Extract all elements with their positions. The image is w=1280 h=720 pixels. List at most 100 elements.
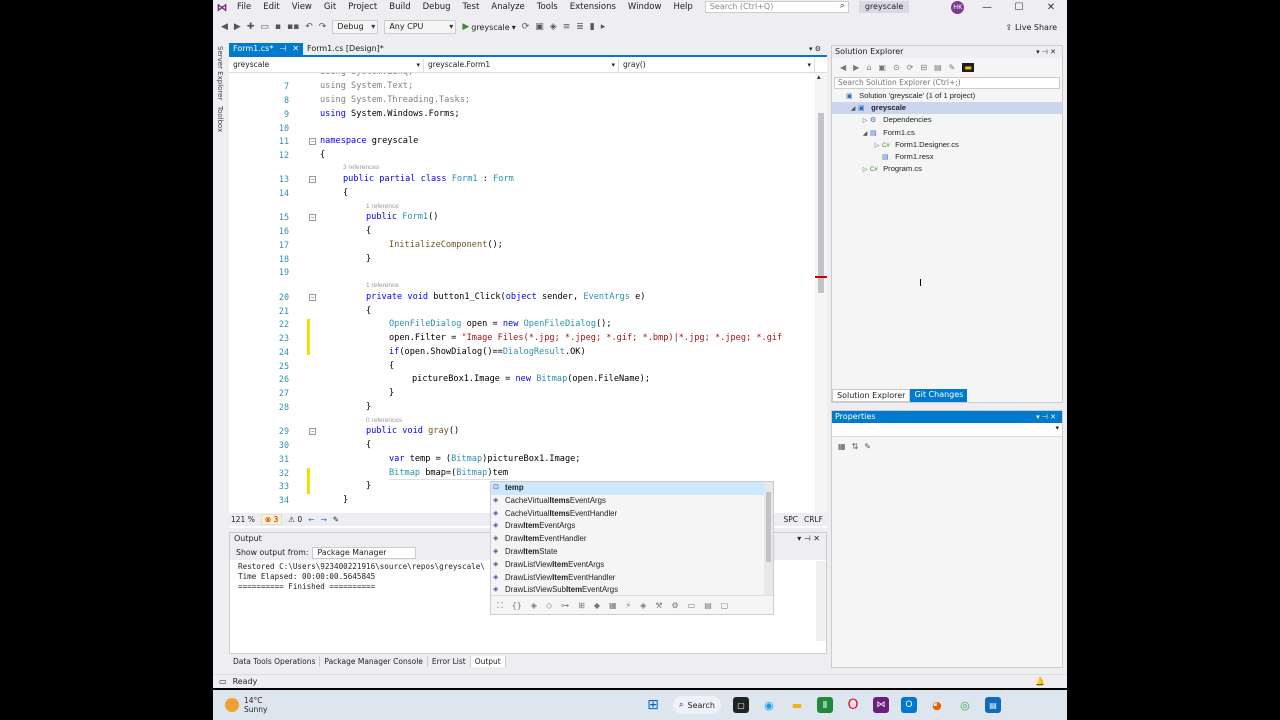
comment-icon[interactable]: ≡	[563, 22, 571, 32]
local-filter-icon[interactable]: ▭	[688, 601, 696, 610]
tab-form1-cs[interactable]: Form1.cs* ⊣ ✕	[229, 43, 304, 55]
avatar[interactable]: HK	[951, 0, 965, 14]
task-view-icon[interactable]: ▢	[732, 697, 749, 713]
class-filter-icon[interactable]: ◈	[531, 601, 537, 610]
home-icon[interactable]: ⌂	[866, 63, 871, 72]
output-source-dropdown[interactable]: Package Manager	[312, 546, 417, 559]
live-share-button[interactable]: ⇪ Live Share	[1005, 23, 1057, 32]
solution-search[interactable]: Search Solution Explorer (Ctrl+;)	[834, 77, 1060, 89]
module-filter-icon[interactable]: ▦	[609, 601, 617, 610]
brush-icon[interactable]: ✎	[333, 515, 339, 524]
breakpoint-icon[interactable]: ◈	[550, 22, 557, 32]
enum-filter-icon[interactable]: ⊞	[578, 601, 585, 610]
output-window-buttons[interactable]: ▾ ⊣ ✕	[797, 533, 826, 545]
new-item-icon[interactable]: ✚	[247, 22, 255, 32]
method-filter-icon[interactable]: ⚒	[655, 601, 662, 610]
menu-git[interactable]: Git	[318, 0, 342, 14]
tab-error-list[interactable]: Error List	[428, 655, 471, 667]
warning-count[interactable]: ⚠ 0	[288, 515, 302, 524]
menu-tools[interactable]: Tools	[531, 0, 564, 14]
completion-item[interactable]: ◈ DrawItemEventArgs	[491, 520, 765, 533]
app-icon[interactable]: Ⅱ	[816, 697, 833, 713]
code-area[interactable]: using System.Linq; 7 using System.Text; 8 us…	[229, 73, 815, 513]
tab-solution-explorer[interactable]: Solution Explorer	[832, 389, 911, 402]
tree-node[interactable]: ◢ ▤ Form1.cs	[832, 127, 1062, 139]
snippet-filter-icon[interactable]: ▢	[721, 601, 729, 610]
menu-extensions[interactable]: Extensions	[564, 0, 622, 14]
output-scrollbar[interactable]	[816, 561, 826, 641]
line-ending[interactable]: CRLF	[804, 515, 823, 524]
notification-bell-icon[interactable]: 🔔	[1035, 675, 1045, 688]
menu-window[interactable]: Window	[622, 0, 668, 14]
completion-item[interactable]: ◈ CacheVirtualItemsEventArgs	[491, 495, 765, 508]
fold-toggle-icon[interactable]: −	[309, 176, 316, 183]
maximize-icon[interactable]: ☐	[1003, 2, 1035, 13]
redo-icon[interactable]: ↷	[319, 22, 327, 32]
tree-node[interactable]: ◢ ▣ greyscale	[832, 102, 1062, 115]
property-pages-icon[interactable]: ✎	[864, 442, 871, 451]
class-dropdown[interactable]: greyscale.Form1	[424, 59, 619, 72]
menu-view[interactable]: View	[286, 0, 318, 14]
menu-build[interactable]: Build	[383, 0, 416, 14]
edge-icon[interactable]: ◉	[761, 697, 777, 713]
nav-forward-icon[interactable]: →	[321, 515, 327, 524]
expand-filter-icon[interactable]: ⛶	[497, 601, 503, 611]
tab-git-changes[interactable]: Git Changes	[910, 389, 968, 402]
error-count[interactable]: ⊗ 3	[260, 514, 283, 525]
taskbar-search[interactable]: ⌕ Search	[673, 696, 721, 714]
notes-icon[interactable]: ▤	[984, 697, 1001, 713]
open-icon[interactable]: ▭	[260, 22, 269, 32]
menu-project[interactable]: Project	[342, 0, 383, 14]
config-dropdown[interactable]: Debug	[332, 20, 379, 34]
collapse-icon[interactable]: ⊟	[920, 63, 927, 72]
tree-node[interactable]: ▷ ⚙ Dependencies	[832, 114, 1062, 126]
toolbox-tab[interactable]: Toolbox	[214, 106, 224, 132]
intellisense-scroll-thumb[interactable]	[766, 492, 771, 562]
completion-item[interactable]: ◈ DrawItemState	[491, 546, 765, 559]
completion-item[interactable]: ◈ DrawListViewItemEventArgs	[491, 559, 765, 572]
save-icon[interactable]: ▪	[275, 22, 281, 32]
interface-filter-icon[interactable]: ⊶	[561, 601, 569, 610]
sync-icon[interactable]: ⟳	[907, 63, 914, 72]
tree-node[interactable]: ▷ C# Form1.Designer.cs	[832, 139, 1062, 151]
menu-analyze[interactable]: Analyze	[485, 0, 531, 14]
tab-package-manager-console[interactable]: Package Manager Console	[320, 655, 428, 667]
pin-icon[interactable]: ⊣	[279, 43, 286, 55]
code-lens-references[interactable]: 0 references	[366, 416, 402, 425]
tab-data-tools[interactable]: Data Tools Operations	[229, 655, 321, 667]
panel-buttons[interactable]: ▾ ⊣ ✕	[1036, 46, 1062, 58]
minimize-icon[interactable]: —	[971, 2, 1003, 13]
fold-toggle-icon[interactable]: −	[309, 138, 316, 145]
switch-view-icon[interactable]: ▣	[878, 63, 886, 72]
project-dropdown[interactable]: greyscale	[229, 59, 424, 72]
chrome-icon[interactable]: ◎	[957, 697, 973, 713]
fold-toggle-icon[interactable]: −	[309, 428, 316, 435]
weather-widget[interactable]: 14°C Sunny	[213, 696, 413, 714]
tab-form1-design[interactable]: Form1.cs [Design]*	[303, 43, 388, 55]
struct-filter-icon[interactable]: ◇	[546, 601, 552, 610]
file-explorer-icon[interactable]: ▬	[789, 697, 805, 713]
property-filter-icon[interactable]: ⚙	[671, 601, 678, 610]
preview-icon[interactable]: ▬	[962, 62, 974, 72]
completion-item[interactable]: ⊡ temp	[491, 482, 765, 495]
nav-back-icon[interactable]: ←	[308, 515, 314, 524]
code-lens-references[interactable]: 1 reference	[366, 202, 399, 211]
code-lens-references[interactable]: 1 reference	[366, 281, 399, 290]
expand-toggle-icon[interactable]: ▷	[860, 164, 870, 176]
next-bookmark-icon[interactable]: ▸	[601, 22, 606, 32]
platform-dropdown[interactable]: Any CPU	[384, 20, 457, 34]
fold-toggle-icon[interactable]: −	[309, 214, 316, 221]
menu-debug[interactable]: Debug	[417, 0, 457, 14]
windows-start-icon[interactable]: ⊞	[645, 697, 661, 713]
properties-object-dropdown[interactable]	[832, 423, 1062, 437]
search-box[interactable]: Search (Ctrl+Q) ⌕	[704, 1, 849, 13]
server-explorer-tab[interactable]: Server Explorer	[214, 46, 224, 100]
completion-item[interactable]: ◈ DrawItemEventHandler	[491, 533, 765, 546]
menu-file[interactable]: File	[231, 0, 257, 14]
menu-help[interactable]: Help	[667, 0, 698, 14]
editor-scrollbar[interactable]: ▴	[815, 73, 827, 513]
hot-reload-icon[interactable]: ⟳	[522, 22, 530, 32]
menu-edit[interactable]: Edit	[257, 0, 285, 14]
zoom-level[interactable]: 121 %	[231, 515, 255, 524]
completion-item[interactable]: ◈ CacheVirtualItemsEventHandler	[491, 508, 765, 521]
